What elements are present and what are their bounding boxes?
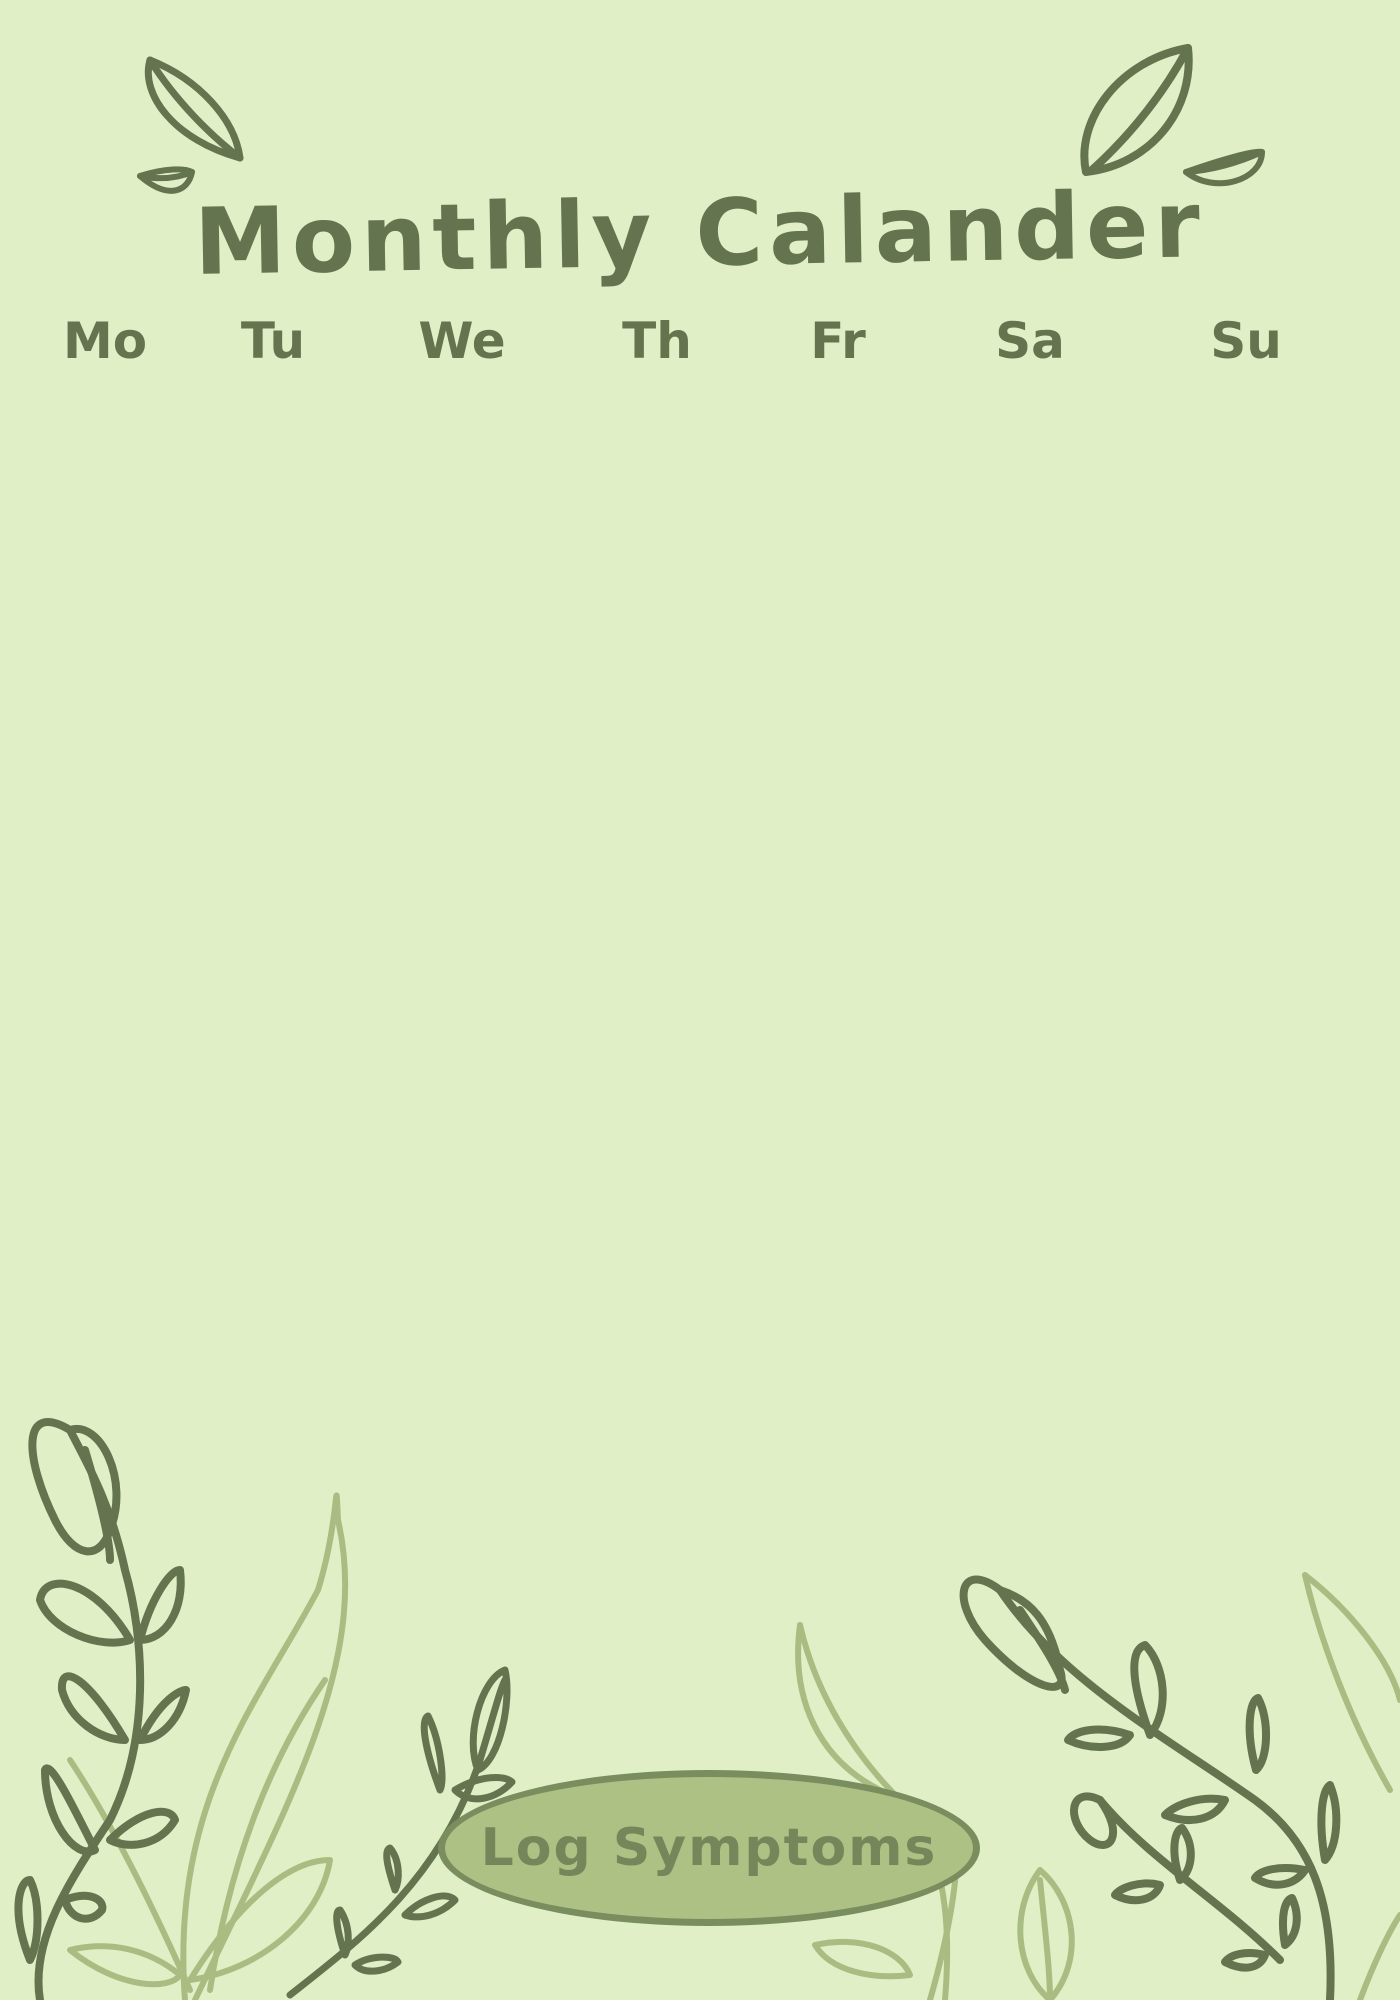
top-right-leaf-icon	[1080, 44, 1193, 176]
weekday-label-mo: Mo	[62, 312, 148, 370]
weekday-header-row: Mo Tu We Th Fr Sa Su	[0, 312, 1400, 382]
weekday-label-sa: Sa	[995, 312, 1065, 370]
top-left-leaf-icon	[144, 56, 244, 162]
weekday-label-we: We	[418, 312, 506, 370]
weekday-label-th: Th	[622, 312, 692, 370]
calendar-grid-area[interactable]	[40, 400, 1360, 1380]
weekday-label-tu: Tu	[240, 312, 306, 370]
bottom-right-grass-icon	[1302, 1572, 1400, 2000]
log-symptoms-label: Log Symptoms	[480, 1818, 938, 1878]
log-symptoms-button[interactable]: Log Symptoms	[438, 1770, 980, 1926]
bottom-left-vine-icon	[14, 1418, 190, 2000]
weekday-label-su: Su	[1210, 312, 1282, 370]
weekday-label-fr: Fr	[810, 312, 866, 370]
bottom-left-grass-icon	[67, 1492, 349, 2000]
calendar-page: Monthly Calander Mo Tu We Th Fr Sa Su Lo…	[0, 0, 1400, 2000]
top-left-small-leaf-icon	[137, 166, 195, 194]
